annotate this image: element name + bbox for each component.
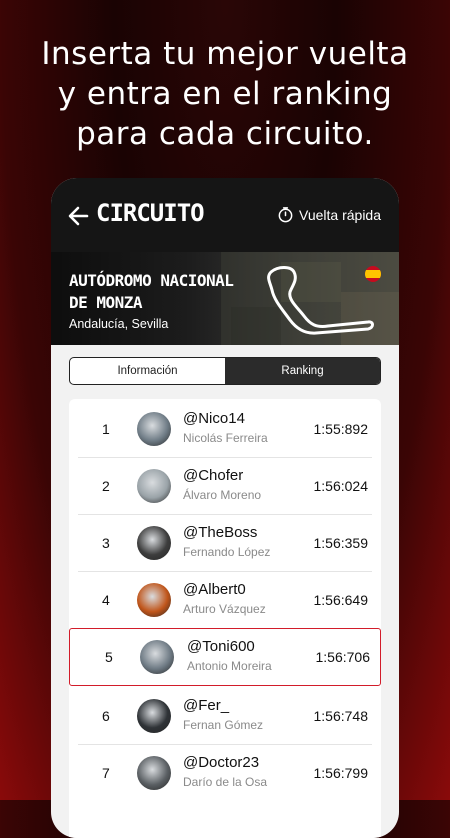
- ranking-laptime: 1:56:799: [313, 765, 369, 781]
- promo-headline: Inserta tu mejor vuelta y entra en el ra…: [0, 34, 450, 154]
- ranking-row[interactable]: 5 @Toni600 Antonio Moreira 1:56:706: [69, 628, 381, 686]
- promo-line-2: y entra en el ranking: [57, 76, 393, 112]
- circuit-header: AUTÓDROMO NACIONAL DE MONZA Andalucía, S…: [51, 252, 399, 345]
- spain-flag-icon: [365, 266, 381, 282]
- ranking-position: 3: [102, 535, 110, 551]
- ranking-username[interactable]: @Doctor23: [183, 754, 259, 771]
- ranking-laptime: 1:55:892: [313, 421, 369, 437]
- ranking-fullname: Arturo Vázquez: [183, 602, 266, 616]
- avatar[interactable]: [137, 583, 171, 617]
- ranking-fullname: Nicolás Ferreira: [183, 431, 268, 445]
- circuit-region: Andalucía, Sevilla: [69, 317, 169, 331]
- fast-lap-button[interactable]: Vuelta rápida: [277, 206, 381, 223]
- stopwatch-icon: [278, 207, 293, 223]
- ranking-laptime: 1:56:748: [313, 708, 369, 724]
- ranking-row[interactable]: 2 @Chofer Álvaro Moreno 1:56:024: [78, 458, 372, 515]
- ranking-row[interactable]: 6 @Fer_ Fernan Gómez 1:56:748: [78, 688, 372, 745]
- ranking-row[interactable]: 1 @Nico14 Nicolás Ferreira 1:55:892: [78, 401, 372, 458]
- avatar[interactable]: [137, 526, 171, 560]
- ranking-position: 4: [102, 592, 110, 608]
- ranking-position: 2: [102, 478, 110, 494]
- track-layout-icon: [267, 266, 374, 335]
- ranking-fullname: Álvaro Moreno: [183, 488, 262, 502]
- ranking-username[interactable]: @Albert0: [183, 581, 246, 598]
- ranking-username[interactable]: @Toni600: [187, 638, 255, 655]
- phone-screen: CIRCUITO Vuelta rápida AUTÓDROMO NACIONA…: [51, 178, 399, 838]
- app-bar: CIRCUITO Vuelta rápida: [51, 178, 399, 252]
- ranking-position: 7: [102, 765, 110, 781]
- ranking-row[interactable]: 4 @Albert0 Arturo Vázquez 1:56:649: [78, 572, 372, 628]
- ranking-row[interactable]: 3 @TheBoss Fernando López 1:56:359: [78, 515, 372, 572]
- ranking-username[interactable]: @TheBoss: [183, 524, 257, 541]
- ranking-username[interactable]: @Fer_: [183, 697, 229, 714]
- ranking-laptime: 1:56:649: [313, 592, 369, 608]
- avatar[interactable]: [137, 756, 171, 790]
- ranking-fullname: Fernando López: [183, 545, 271, 559]
- ranking-row[interactable]: 7 @Doctor23 Darío de la Osa 1:56:799: [78, 745, 372, 801]
- promo-line-3: para cada circuito.: [76, 116, 374, 152]
- avatar[interactable]: [137, 699, 171, 733]
- tab-informacion[interactable]: Información: [70, 358, 225, 384]
- ranking-username[interactable]: @Chofer: [183, 467, 243, 484]
- ranking-fullname: Fernan Gómez: [183, 718, 264, 732]
- tab-ranking[interactable]: Ranking: [225, 358, 380, 384]
- ranking-position: 6: [102, 708, 110, 724]
- promo-line-1: Inserta tu mejor vuelta: [41, 36, 409, 72]
- ranking-fullname: Antonio Moreira: [187, 659, 272, 673]
- ranking-laptime: 1:56:359: [313, 535, 369, 551]
- ranking-laptime: 1:56:706: [315, 649, 371, 665]
- fast-lap-label: Vuelta rápida: [299, 206, 381, 223]
- avatar[interactable]: [137, 469, 171, 503]
- tab-bar: Información Ranking: [69, 357, 381, 385]
- ranking-position: 1: [102, 421, 110, 437]
- arrow-left-icon[interactable]: [67, 205, 89, 227]
- avatar[interactable]: [140, 640, 174, 674]
- avatar[interactable]: [137, 412, 171, 446]
- ranking-username[interactable]: @Nico14: [183, 410, 245, 427]
- ranking-laptime: 1:56:024: [313, 478, 369, 494]
- circuit-name: AUTÓDROMO NACIONAL DE MONZA: [69, 271, 234, 312]
- ranking-position: 5: [105, 649, 113, 665]
- ranking-fullname: Darío de la Osa: [183, 775, 268, 789]
- page-title: CIRCUITO: [96, 199, 205, 227]
- ranking-list: 1 @Nico14 Nicolás Ferreira 1:55:892 2 @Chofer…: [69, 399, 381, 838]
